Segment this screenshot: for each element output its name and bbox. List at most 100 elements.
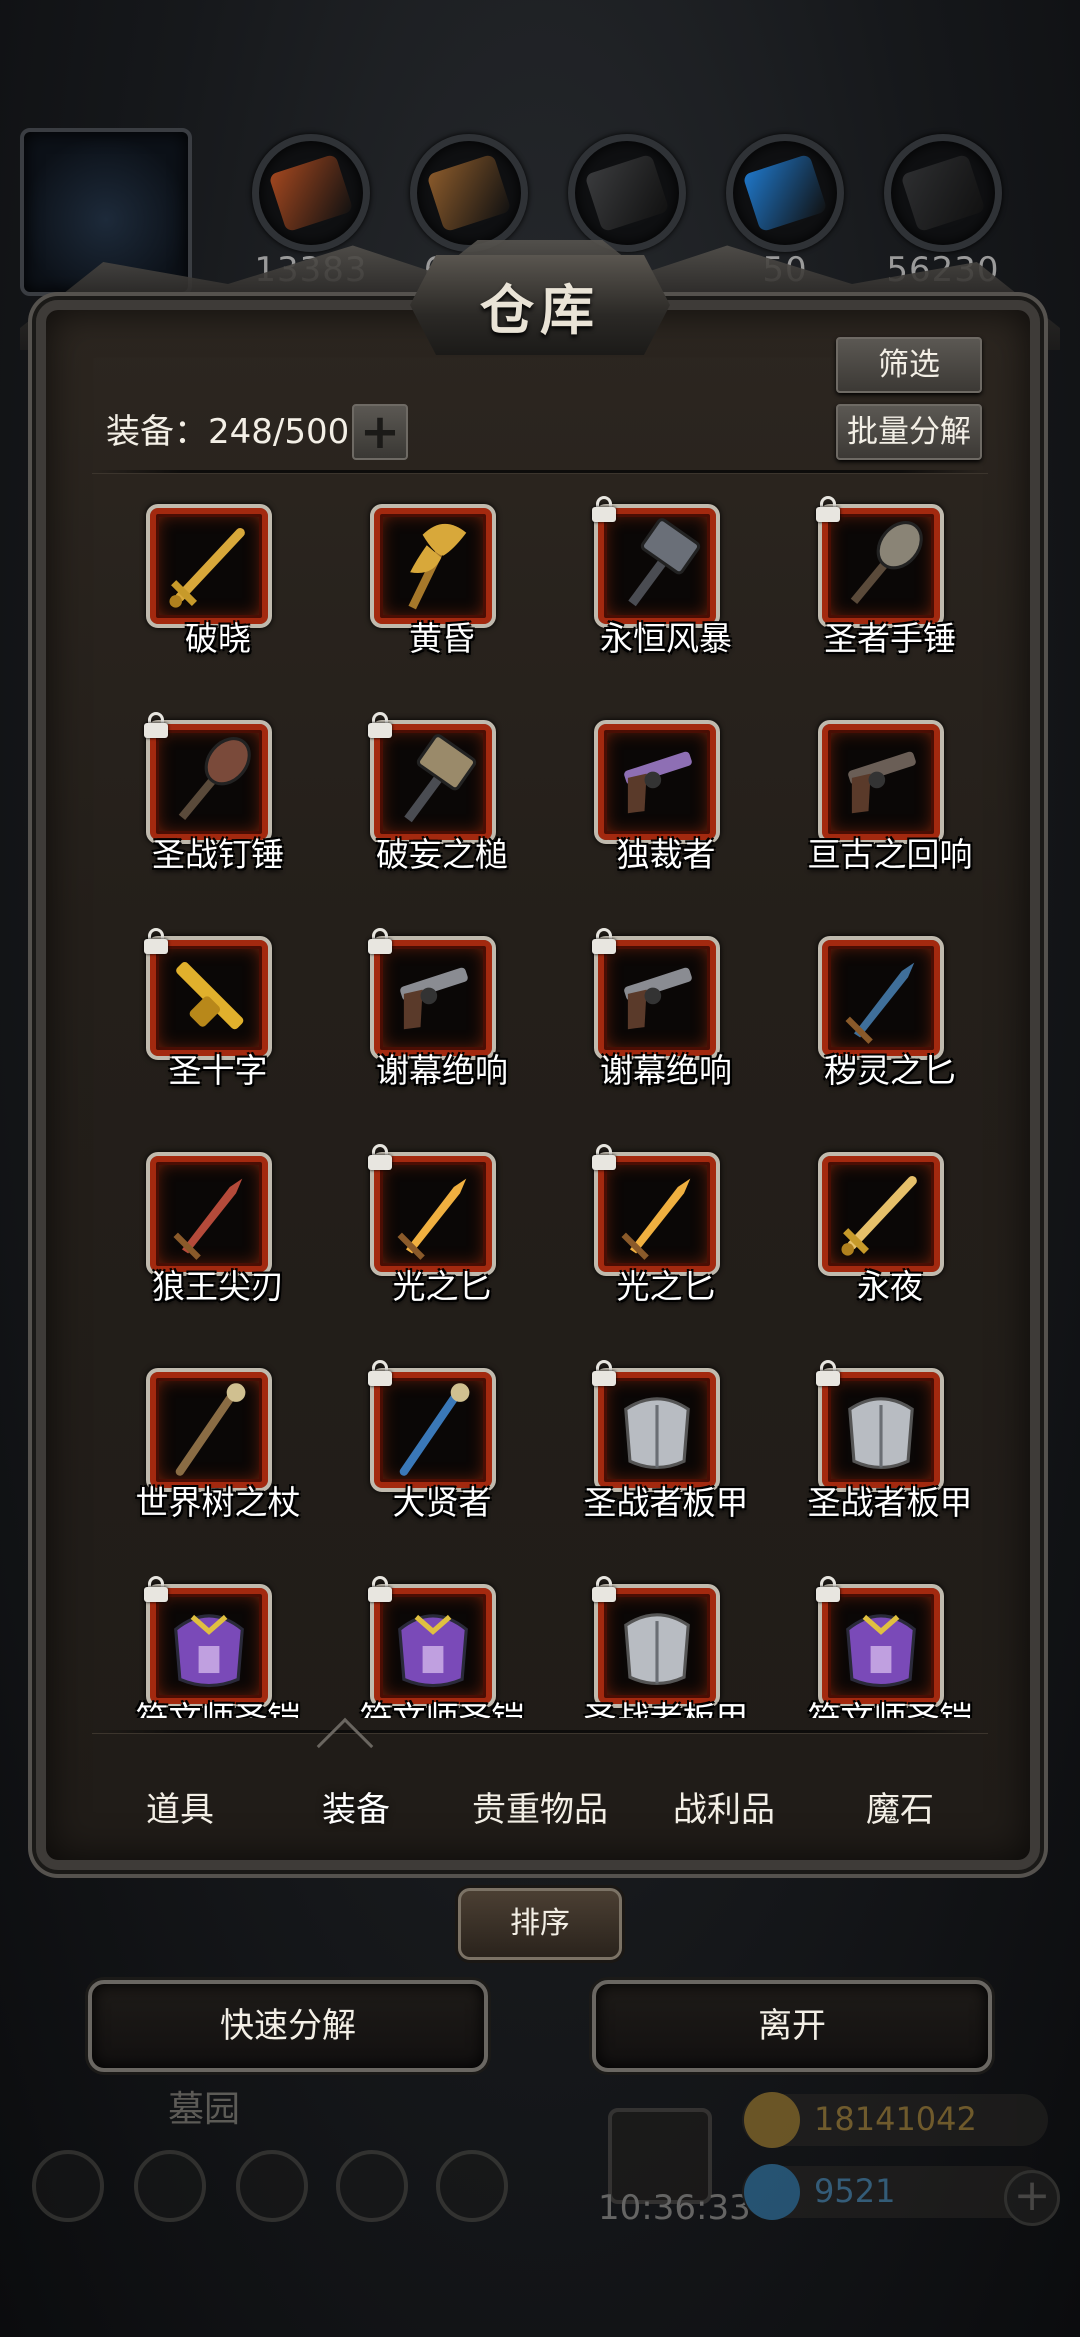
item-name: 世界树之杖 [135, 1483, 301, 1522]
sword-icon [157, 514, 261, 618]
item-frame[interactable] [146, 1584, 272, 1708]
item-frame[interactable] [594, 936, 720, 1060]
gear-icon[interactable] [32, 2150, 104, 2222]
item-frame[interactable] [146, 1368, 272, 1492]
item-slot[interactable]: 光之匕 [330, 1130, 554, 1346]
sort-button[interactable]: 排序 [458, 1888, 622, 1960]
item-name: 狼王尖刃 [152, 1267, 284, 1306]
crystal-resource-icon[interactable] [726, 134, 844, 252]
location-label: 墓园 [168, 2089, 241, 2130]
rune-armor-icon [157, 1594, 261, 1698]
item-slot[interactable]: 永夜 [778, 1130, 988, 1346]
item-frame[interactable] [146, 1152, 272, 1276]
item-slot[interactable]: 圣十字 [106, 914, 330, 1130]
item-frame[interactable] [370, 1152, 496, 1276]
item-frame[interactable] [370, 720, 496, 844]
item-slot[interactable]: 圣战钉锤 [106, 698, 330, 914]
grid-bottom-divider [92, 1730, 988, 1733]
item-slot[interactable]: 狼王尖刃 [106, 1130, 330, 1346]
category-tabs: 道具 装备 贵重物品 战利品 魔石 [92, 1750, 988, 1862]
tab-magic-stones[interactable]: 魔石 [840, 1782, 960, 1831]
item-slot[interactable]: 圣战者板甲 [778, 1346, 988, 1562]
item-slot[interactable]: 光之匕 [554, 1130, 778, 1346]
item-slot[interactable]: 大贤者 [330, 1346, 554, 1562]
item-frame[interactable] [818, 1152, 944, 1276]
item-slot[interactable]: 符文师圣铠 [106, 1562, 330, 1718]
shield-icon[interactable] [134, 2150, 206, 2222]
item-frame[interactable] [370, 1584, 496, 1708]
item-slot[interactable]: 圣战者板甲 [554, 1562, 778, 1718]
item-frame[interactable] [818, 504, 944, 628]
plate-armor-icon [829, 1378, 933, 1482]
item-slot[interactable]: 谢幕绝响 [330, 914, 554, 1130]
tab-loot[interactable]: 战利品 [664, 1782, 784, 1831]
map-icon[interactable] [436, 2150, 508, 2222]
leather-resource-icon[interactable] [252, 134, 370, 252]
item-name: 圣十字 [168, 1051, 268, 1090]
wood-resource-icon[interactable] [410, 134, 528, 252]
iron-resource-icon[interactable] [568, 134, 686, 252]
dagger-icon [829, 946, 933, 1050]
item-name: 秽灵之匕 [824, 1051, 956, 1090]
book-icon[interactable] [236, 2150, 308, 2222]
grid-top-divider [92, 470, 988, 473]
lock-icon [592, 496, 616, 522]
item-slot[interactable]: 黄昏 [330, 482, 554, 698]
gem-icon [744, 2164, 800, 2220]
tab-items[interactable]: 道具 [120, 1782, 240, 1831]
scepter-icon [381, 1378, 485, 1482]
item-frame[interactable] [594, 504, 720, 628]
item-slot[interactable]: 符文师圣铠 [778, 1562, 988, 1718]
item-frame[interactable] [594, 1368, 720, 1492]
batch-decompose-button[interactable]: 批量分解 [836, 404, 982, 460]
item-frame[interactable] [370, 504, 496, 628]
item-frame[interactable] [818, 936, 944, 1060]
leave-button[interactable]: 离开 [592, 1980, 992, 2072]
item-frame[interactable] [818, 1368, 944, 1492]
mail-icon[interactable] [336, 2150, 408, 2222]
item-name: 光之匕 [616, 1267, 716, 1306]
item-grid[interactable]: 破晓 黄昏 永恒风暴 圣者手锤圣战钉锤 破妄之槌 独裁者 亘古之回响圣十字 谢幕绝响 谢幕绝响 秽… [92, 478, 988, 1718]
gold-amount: 18141042 [814, 2100, 977, 2138]
plate-armor-icon [605, 1378, 709, 1482]
item-slot[interactable]: 亘古之回响 [778, 698, 988, 914]
item-frame[interactable] [594, 1584, 720, 1708]
item-frame[interactable] [818, 720, 944, 844]
tab-equipment[interactable]: 装备 [296, 1782, 416, 1831]
expand-capacity-button[interactable]: + [352, 404, 408, 460]
item-frame[interactable] [594, 1152, 720, 1276]
plus-icon: + [359, 404, 401, 460]
item-slot[interactable]: 圣战者板甲 [554, 1346, 778, 1562]
panel-title: 仓库 [480, 277, 600, 342]
item-frame[interactable] [146, 504, 272, 628]
quick-decompose-button[interactable]: 快速分解 [88, 1980, 488, 2072]
ore-resource-icon[interactable] [884, 134, 1002, 252]
tab-valuables[interactable]: 贵重物品 [472, 1782, 608, 1831]
item-slot[interactable]: 世界树之杖 [106, 1346, 330, 1562]
lock-icon [816, 496, 840, 522]
crystal-material-icon [742, 153, 828, 233]
warhammer-icon [381, 730, 485, 834]
gold-bar [742, 2094, 1048, 2146]
item-frame[interactable] [818, 1584, 944, 1708]
item-slot[interactable]: 谢幕绝响 [554, 914, 778, 1130]
gift-icon[interactable] [608, 2108, 712, 2204]
filter-button[interactable]: 筛选 [836, 337, 982, 393]
item-slot[interactable]: 符文师圣铠 [330, 1562, 554, 1718]
item-frame[interactable] [594, 720, 720, 844]
item-slot[interactable]: 秽灵之匕 [778, 914, 988, 1130]
add-currency-button[interactable]: + [1004, 2170, 1060, 2226]
lock-icon [368, 1144, 392, 1170]
item-frame[interactable] [370, 936, 496, 1060]
item-slot[interactable]: 破晓 [106, 482, 330, 698]
item-frame[interactable] [146, 936, 272, 1060]
item-slot[interactable]: 破妄之槌 [330, 698, 554, 914]
lock-icon [144, 712, 168, 738]
item-slot[interactable]: 独裁者 [554, 698, 778, 914]
item-frame[interactable] [370, 1368, 496, 1492]
item-frame[interactable] [146, 720, 272, 844]
lock-icon [592, 1576, 616, 1602]
item-slot[interactable]: 永恒风暴 [554, 482, 778, 698]
item-name: 破晓 [185, 619, 251, 658]
item-slot[interactable]: 圣者手锤 [778, 482, 988, 698]
